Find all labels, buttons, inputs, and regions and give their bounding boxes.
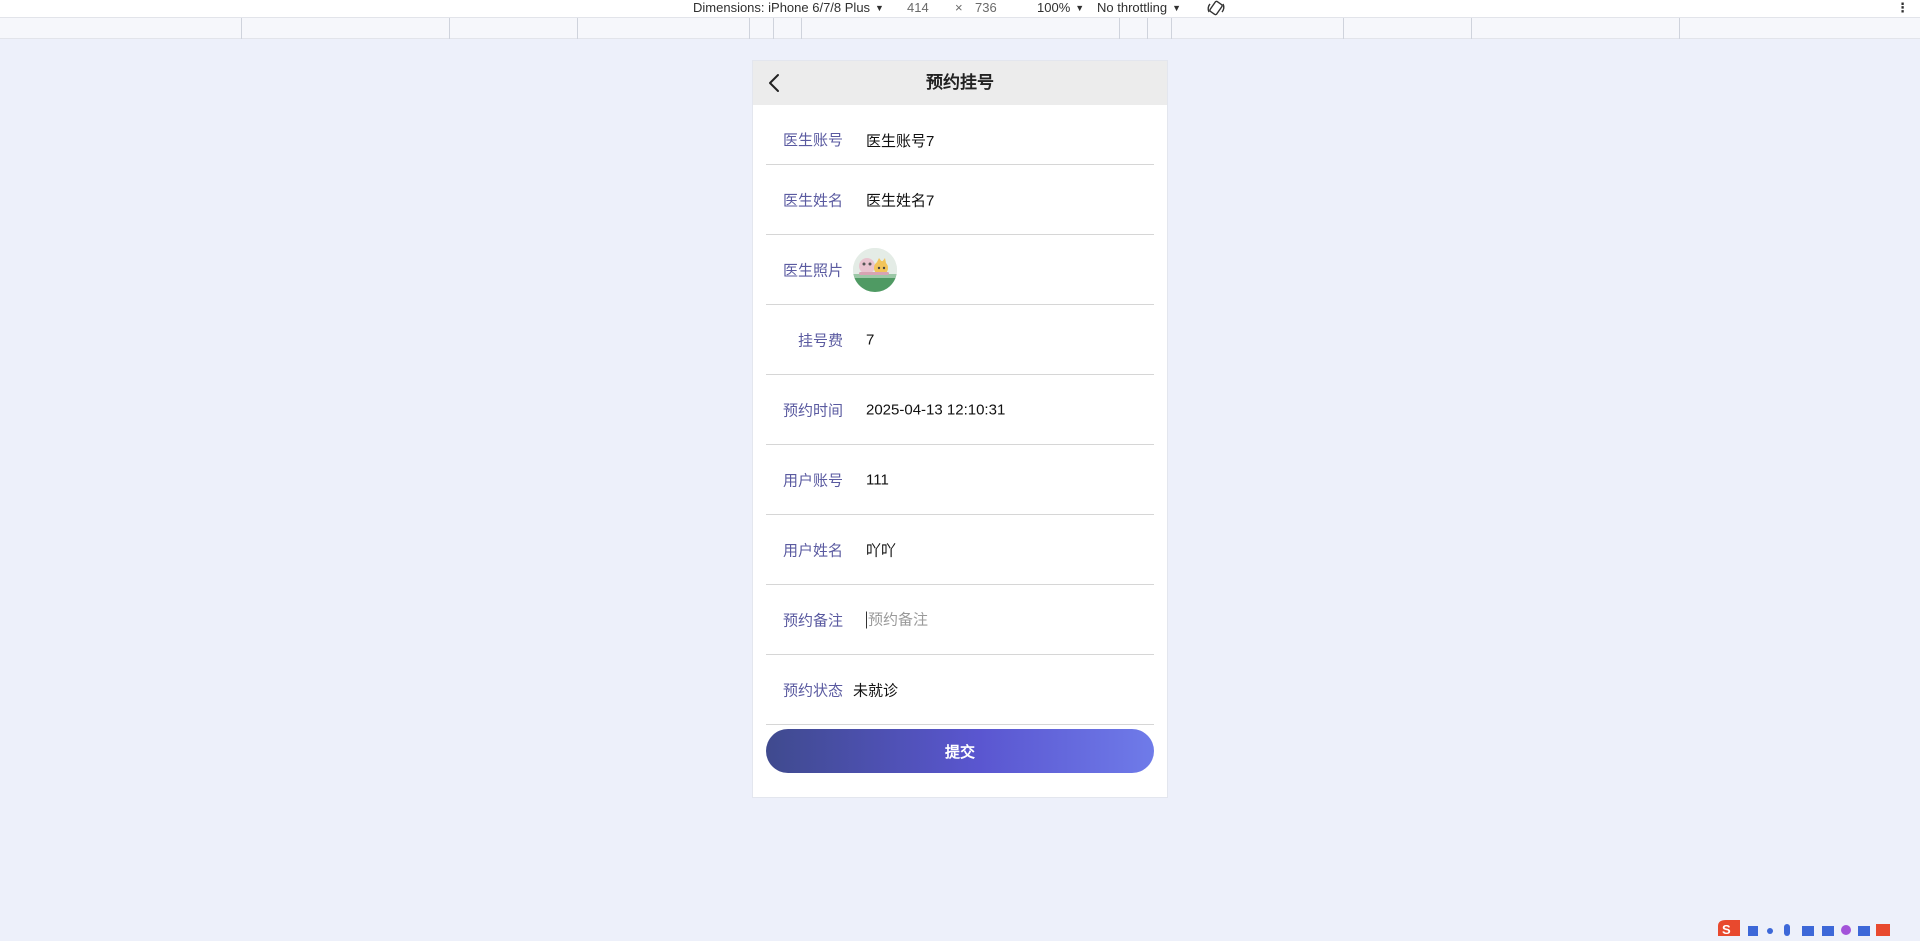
doctor-photo[interactable] <box>853 248 897 292</box>
device-selector[interactable]: Dimensions: iPhone 6/7/8 Plus ▼ <box>693 0 884 17</box>
form-row-appointment-time: 预约时间 2025-04-13 12:10:31 <box>766 375 1154 445</box>
field-label: 预约备注 <box>766 609 843 630</box>
nav-bar: 预约挂号 <box>753 61 1167 105</box>
field-label: 挂号费 <box>766 329 843 350</box>
doctor-name-value: 医生姓名7 <box>866 189 934 210</box>
field-label: 医生照片 <box>766 259 843 280</box>
field-label: 用户姓名 <box>766 539 843 560</box>
field-label: 预约状态 <box>766 679 843 700</box>
appointment-time-value: 2025-04-13 12:10:31 <box>866 401 1005 418</box>
svg-text:S: S <box>1722 922 1731 936</box>
chevron-down-icon: ▼ <box>1075 3 1084 13</box>
user-account-value: 111 <box>866 471 889 488</box>
field-label: 用户账号 <box>766 469 843 490</box>
page-title: 预约挂号 <box>753 61 1167 105</box>
throttling-selector[interactable]: No throttling ▼ <box>1097 0 1181 17</box>
doctor-account-value: 医生账号7 <box>866 130 934 151</box>
chevron-down-icon: ▼ <box>875 3 884 13</box>
media-query-ruler <box>0 17 1920 39</box>
viewport-height-field[interactable]: 736 <box>975 0 997 17</box>
dimension-times-sign: × <box>955 0 963 17</box>
user-name-value: 吖吖 <box>866 539 896 560</box>
form-row-remark: 预约备注 <box>766 585 1154 655</box>
devtools-device-toolbar: Dimensions: iPhone 6/7/8 Plus ▼ 414 × 736… <box>0 0 1920 17</box>
form-row-user-account: 用户账号 111 <box>766 445 1154 515</box>
zoom-selector[interactable]: 100% ▼ <box>1037 0 1084 17</box>
field-label: 医生账号 <box>766 129 843 150</box>
system-tray: S <box>1710 918 1920 936</box>
submit-button[interactable]: 提交 <box>766 729 1154 773</box>
fee-value: 7 <box>866 331 874 348</box>
appointment-form: 医生账号 医生账号7 医生姓名 医生姓名7 医生照片 <box>766 105 1154 725</box>
field-label: 预约时间 <box>766 399 843 420</box>
viewport-width-field[interactable]: 414 <box>907 0 929 17</box>
form-row-doctor-name: 医生姓名 医生姓名7 <box>766 165 1154 235</box>
device-dimensions-label: Dimensions: iPhone 6/7/8 Plus <box>693 0 870 15</box>
remark-input[interactable] <box>866 611 1128 628</box>
form-row-doctor-photo: 医生照片 <box>766 235 1154 305</box>
zoom-value: 100% <box>1037 0 1070 15</box>
status-value[interactable]: 未就诊 <box>853 679 898 700</box>
rotate-icon[interactable] <box>1207 0 1225 17</box>
throttling-value: No throttling <box>1097 0 1167 15</box>
form-row-fee: 挂号费 7 <box>766 305 1154 375</box>
mobile-viewport: 预约挂号 医生账号 医生账号7 医生姓名 医生姓名7 医生照片 <box>753 61 1167 797</box>
chevron-down-icon: ▼ <box>1172 3 1181 13</box>
more-options-icon[interactable]: ⋮ <box>1896 0 1909 17</box>
form-row-doctor-account: 医生账号 医生账号7 <box>766 105 1154 165</box>
form-row-user-name: 用户姓名 吖吖 <box>766 515 1154 585</box>
field-label: 医生姓名 <box>766 189 843 210</box>
form-row-status: 预约状态 未就诊 <box>766 655 1154 725</box>
